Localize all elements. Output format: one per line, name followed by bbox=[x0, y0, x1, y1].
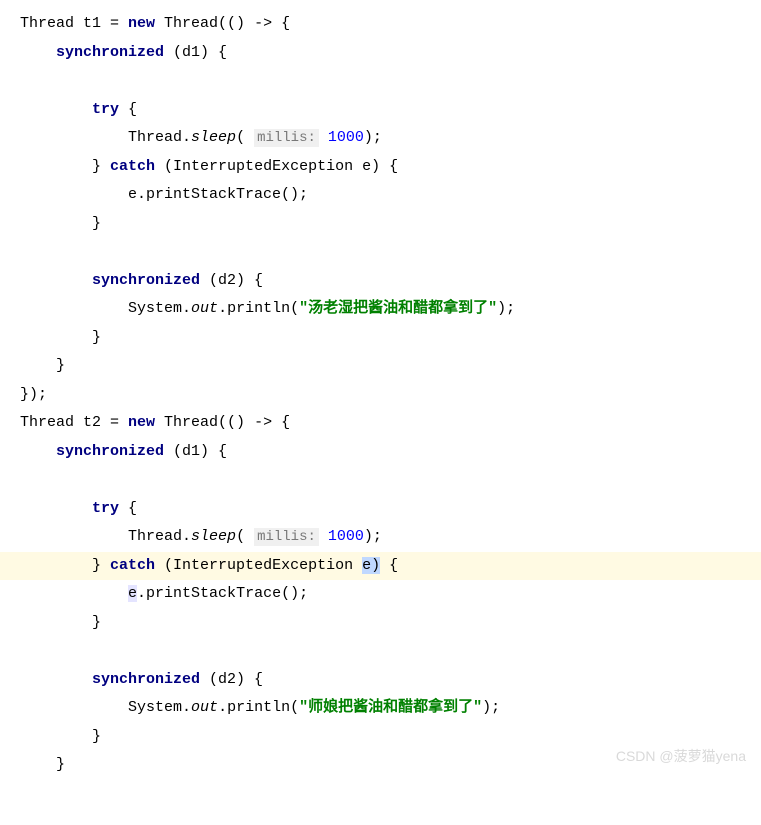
code-line[interactable] bbox=[0, 67, 761, 96]
code-line[interactable]: Thread.sleep( millis: 1000); bbox=[0, 523, 761, 552]
code-editor[interactable]: Thread t1 = new Thread(() -> { synchroni… bbox=[0, 10, 761, 780]
code-text: } bbox=[92, 614, 101, 631]
static-method: sleep bbox=[191, 129, 236, 146]
code-text: .printStackTrace(); bbox=[137, 585, 308, 602]
code-text: } bbox=[56, 357, 65, 374]
keyword-try: try bbox=[92, 101, 119, 118]
keyword-try: try bbox=[92, 500, 119, 517]
code-line[interactable] bbox=[0, 637, 761, 666]
code-text: (d2) { bbox=[200, 671, 263, 688]
code-text: { bbox=[380, 557, 398, 574]
code-line[interactable]: synchronized (d2) { bbox=[0, 666, 761, 695]
code-text: { bbox=[119, 500, 137, 517]
code-line[interactable]: Thread t1 = new Thread(() -> { bbox=[0, 10, 761, 39]
code-text: }); bbox=[20, 386, 47, 403]
keyword-synchronized: synchronized bbox=[92, 272, 200, 289]
code-line[interactable]: synchronized (d2) { bbox=[0, 267, 761, 296]
code-text: ( bbox=[236, 528, 254, 545]
code-text: Thread. bbox=[128, 129, 191, 146]
code-line[interactable]: } bbox=[0, 210, 761, 239]
variable-cursor: e bbox=[362, 557, 371, 574]
code-line[interactable]: e.printStackTrace(); bbox=[0, 181, 761, 210]
code-line[interactable]: synchronized (d1) { bbox=[0, 438, 761, 467]
code-line[interactable]: } bbox=[0, 609, 761, 638]
param-hint: millis: bbox=[254, 528, 319, 546]
code-text: .println( bbox=[218, 300, 299, 317]
keyword-new: new bbox=[128, 15, 155, 32]
code-text: (InterruptedException e) { bbox=[155, 158, 398, 175]
code-text: { bbox=[119, 101, 137, 118]
code-text: (d2) { bbox=[200, 272, 263, 289]
keyword-synchronized: synchronized bbox=[56, 443, 164, 460]
code-text: (d1) { bbox=[164, 443, 227, 460]
static-field: out bbox=[191, 699, 218, 716]
code-line[interactable]: System.out.println("师娘把酱油和醋都拿到了"); bbox=[0, 694, 761, 723]
number-literal: 1000 bbox=[328, 129, 364, 146]
code-text: ); bbox=[482, 699, 500, 716]
code-text: } bbox=[92, 158, 110, 175]
string-literal: "汤老湿把酱油和醋都拿到了" bbox=[299, 300, 497, 317]
string-literal: "师娘把酱油和醋都拿到了" bbox=[299, 699, 482, 716]
code-line[interactable]: System.out.println("汤老湿把酱油和醋都拿到了"); bbox=[0, 295, 761, 324]
code-line[interactable]: Thread t2 = new Thread(() -> { bbox=[0, 409, 761, 438]
code-text: ( bbox=[236, 129, 254, 146]
code-line[interactable]: e.printStackTrace(); bbox=[0, 580, 761, 609]
code-line[interactable]: } catch (InterruptedException e) { bbox=[0, 153, 761, 182]
code-text: Thread(() -> { bbox=[155, 414, 290, 431]
code-text: ); bbox=[364, 129, 382, 146]
code-text: } bbox=[92, 329, 101, 346]
code-text: } bbox=[92, 728, 101, 745]
watermark-text: CSDN @菠萝猫yena bbox=[616, 743, 746, 770]
code-line[interactable]: synchronized (d1) { bbox=[0, 39, 761, 68]
code-text: } bbox=[56, 756, 65, 773]
code-text: Thread. bbox=[128, 528, 191, 545]
code-text: ); bbox=[497, 300, 515, 317]
code-line[interactable]: try { bbox=[0, 495, 761, 524]
code-text: (d1) { bbox=[164, 44, 227, 61]
code-text bbox=[319, 528, 328, 545]
code-text: ); bbox=[364, 528, 382, 545]
paren-highlight: ) bbox=[371, 557, 380, 574]
keyword-synchronized: synchronized bbox=[56, 44, 164, 61]
code-line[interactable]: Thread.sleep( millis: 1000); bbox=[0, 124, 761, 153]
code-line-active[interactable]: } catch (InterruptedException e) { bbox=[0, 552, 761, 581]
static-field: out bbox=[191, 300, 218, 317]
code-line[interactable]: try { bbox=[0, 96, 761, 125]
code-line[interactable]: } bbox=[0, 352, 761, 381]
static-method: sleep bbox=[191, 528, 236, 545]
keyword-synchronized: synchronized bbox=[92, 671, 200, 688]
code-text: e.printStackTrace(); bbox=[128, 186, 308, 203]
keyword-catch: catch bbox=[110, 557, 155, 574]
code-line[interactable]: } bbox=[0, 324, 761, 353]
code-text: Thread t1 = bbox=[20, 15, 128, 32]
code-text: .println( bbox=[218, 699, 299, 716]
variable-usage: e bbox=[128, 585, 137, 602]
keyword-new: new bbox=[128, 414, 155, 431]
code-text: System. bbox=[128, 300, 191, 317]
param-hint: millis: bbox=[254, 129, 319, 147]
code-text: } bbox=[92, 215, 101, 232]
number-literal: 1000 bbox=[328, 528, 364, 545]
code-text: System. bbox=[128, 699, 191, 716]
code-text bbox=[319, 129, 328, 146]
code-text: Thread t2 = bbox=[20, 414, 128, 431]
code-text: } bbox=[92, 557, 110, 574]
code-line[interactable] bbox=[0, 466, 761, 495]
keyword-catch: catch bbox=[110, 158, 155, 175]
code-line[interactable] bbox=[0, 238, 761, 267]
code-text: Thread(() -> { bbox=[155, 15, 290, 32]
code-line[interactable]: }); bbox=[0, 381, 761, 410]
code-text: (InterruptedException bbox=[155, 557, 362, 574]
